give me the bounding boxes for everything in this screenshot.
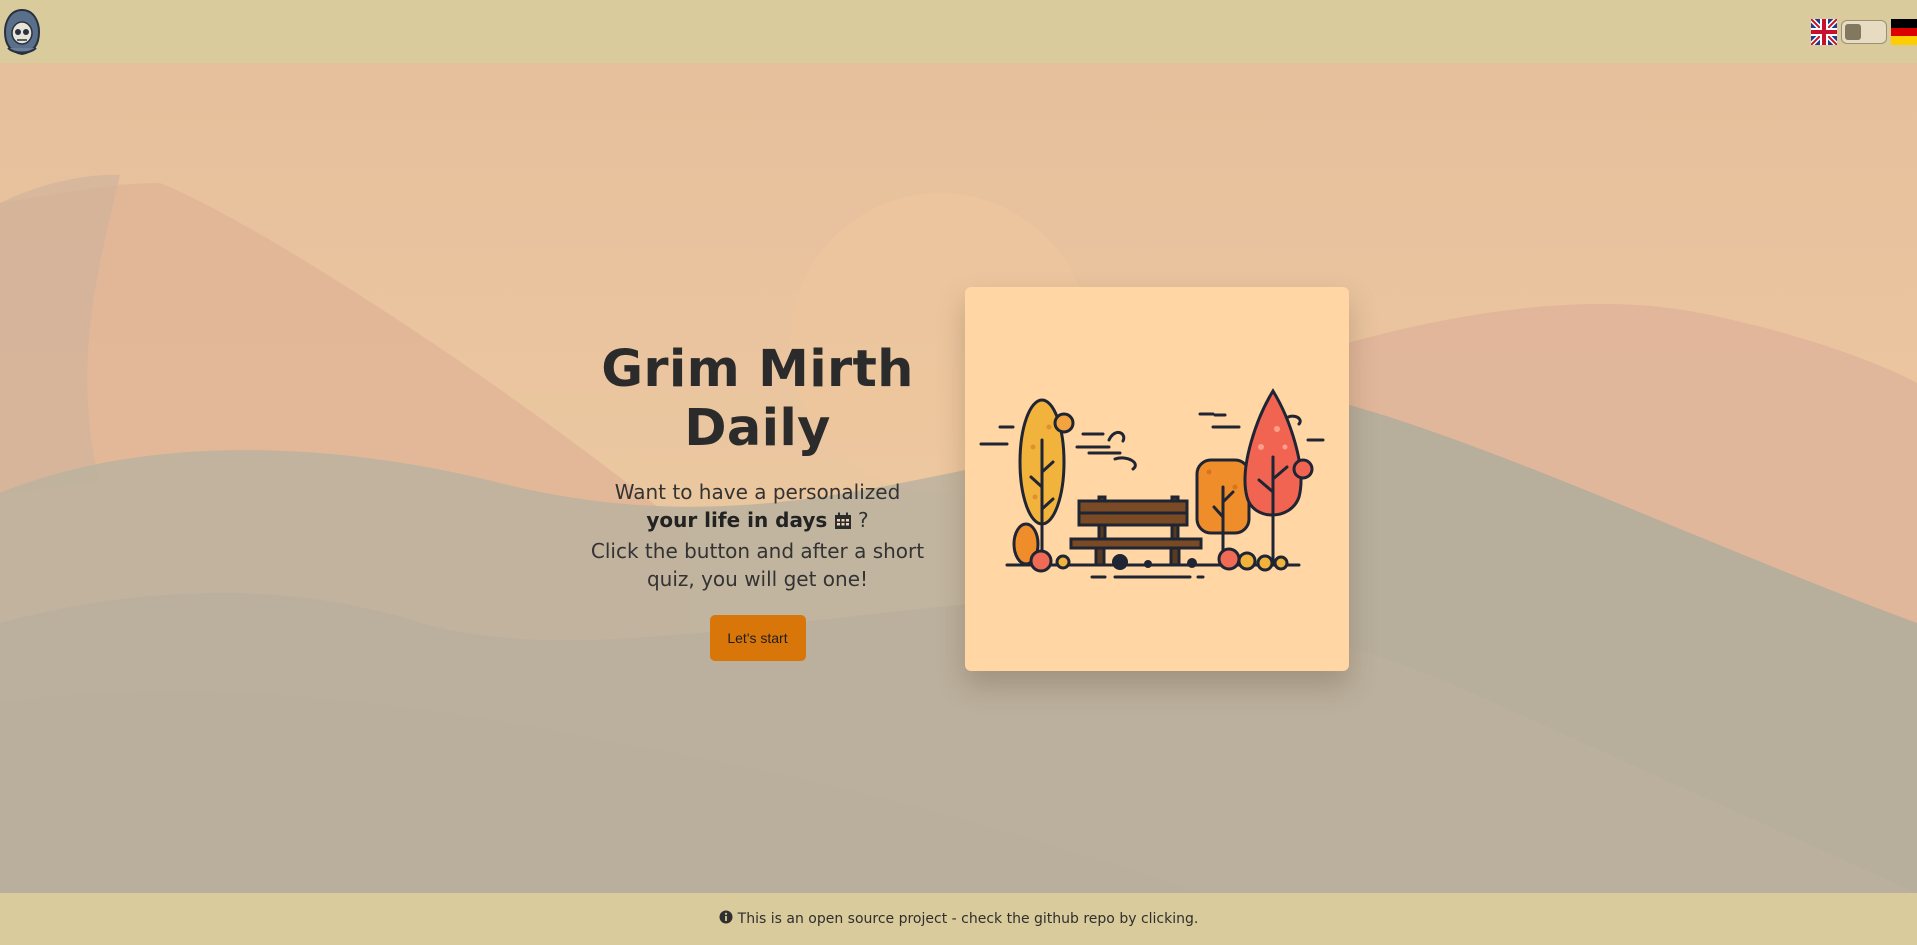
hero-section: Grim Mirth Daily Want to have a personal…	[560, 340, 955, 661]
description-highlight: your life in days	[646, 508, 828, 532]
top-navbar	[0, 0, 1917, 63]
uk-flag-icon[interactable]	[1809, 17, 1839, 47]
description-line-3: Click the button and after a short	[590, 539, 925, 563]
germany-flag-icon[interactable]	[1891, 19, 1917, 45]
hero-description: Want to have a personalized your life in…	[560, 478, 955, 593]
description-suffix: ?	[851, 508, 869, 532]
footer-github-link[interactable]: This is an open source project - check t…	[0, 893, 1917, 945]
theme-toggle-knob	[1845, 24, 1861, 40]
calendar-icon	[834, 509, 852, 537]
park-bench-autumn-trees-illustration	[979, 388, 1325, 579]
description-line-4: quiz, you will get one!	[646, 567, 869, 591]
footer-text: This is an open source project - check t…	[737, 911, 1199, 927]
page-title: Grim Mirth Daily	[601, 340, 914, 458]
theme-toggle[interactable]	[1841, 20, 1887, 44]
illustration-card	[965, 287, 1349, 671]
description-line-2: your life in days ?	[560, 506, 955, 537]
info-icon	[719, 910, 733, 928]
grim-reaper-logo-icon[interactable]	[2, 8, 42, 56]
lets-start-button[interactable]: Let's start	[709, 615, 806, 661]
language-theme-controls	[1809, 17, 1917, 47]
background-scenery	[0, 63, 1917, 893]
description-line-1: Want to have a personalized	[614, 480, 901, 504]
